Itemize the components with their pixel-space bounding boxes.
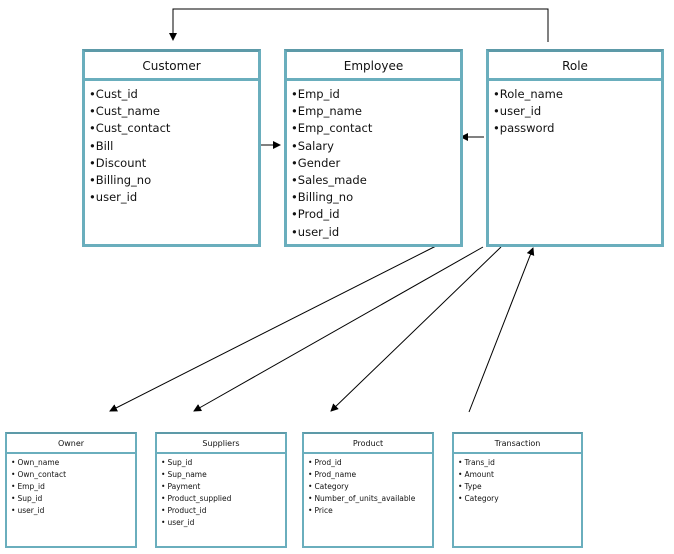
entity-title: Owner — [7, 434, 135, 454]
entity-title: Product — [304, 434, 432, 454]
entity-title: Employee — [287, 52, 460, 81]
field-item: Own_contact — [11, 469, 135, 481]
field-item: Prod_id — [291, 206, 460, 223]
edge-role-customer — [169, 8, 549, 42]
entity-role[interactable]: Role Role_nameuser_idpassword — [486, 49, 664, 247]
field-item: Sup_name — [161, 469, 285, 481]
entity-customer[interactable]: Customer Cust_idCust_nameCust_contactBil… — [82, 49, 261, 247]
field-item: Cust_name — [89, 103, 258, 120]
field-item: Own_name — [11, 457, 135, 469]
field-item: Cust_contact — [89, 120, 258, 137]
entity-employee[interactable]: Employee Emp_idEmp_nameEmp_contactSalary… — [284, 49, 463, 247]
field-item: Product_id — [161, 505, 285, 517]
field-list: Cust_idCust_nameCust_contactBillDiscount… — [85, 81, 258, 206]
field-item: user_id — [493, 103, 661, 120]
field-item: Product_supplied — [161, 493, 285, 505]
field-item: Category — [458, 493, 581, 505]
field-item: Price — [308, 505, 432, 517]
field-list: Role_nameuser_idpassword — [489, 81, 661, 138]
field-item: Emp_contact — [291, 120, 460, 137]
field-item: password — [493, 120, 661, 137]
field-item: user_id — [161, 517, 285, 529]
field-item: Cust_id — [89, 86, 258, 103]
entity-title: Role — [489, 52, 661, 81]
field-item: Emp_id — [291, 86, 460, 103]
field-item: user_id — [11, 505, 135, 517]
edge-role-suppliers — [193, 246, 484, 412]
field-item: Type — [458, 481, 581, 493]
field-item: Prod_name — [308, 469, 432, 481]
field-item: Emp_name — [291, 103, 460, 120]
field-item: Gender — [291, 155, 460, 172]
edge-employee-owner — [109, 245, 437, 412]
field-item: Category — [308, 481, 432, 493]
field-item: Billing_no — [291, 189, 460, 206]
field-item: Emp_id — [11, 481, 135, 493]
field-item: user_id — [291, 224, 460, 241]
entity-suppliers[interactable]: Suppliers Sup_idSup_namePaymentProduct_s… — [155, 432, 287, 548]
entity-title: Transaction — [454, 434, 581, 454]
field-item: Salary — [291, 138, 460, 155]
field-item: Amount — [458, 469, 581, 481]
edge-transaction-role — [468, 247, 535, 413]
entity-owner[interactable]: Owner Own_nameOwn_contactEmp_idSup_iduse… — [5, 432, 137, 548]
entity-title: Suppliers — [157, 434, 285, 454]
field-item: Bill — [89, 138, 258, 155]
field-item: Trans_id — [458, 457, 581, 469]
field-item: Payment — [161, 481, 285, 493]
field-list: Emp_idEmp_nameEmp_contactSalaryGenderSal… — [287, 81, 460, 241]
field-list: Prod_idProd_nameCategoryNumber_of_units_… — [304, 454, 432, 517]
field-item: Role_name — [493, 86, 661, 103]
edge-role-product — [330, 246, 502, 412]
entity-title: Customer — [85, 52, 258, 81]
field-list: Sup_idSup_namePaymentProduct_suppliedPro… — [157, 454, 285, 529]
entity-product[interactable]: Product Prod_idProd_nameCategoryNumber_o… — [302, 432, 434, 548]
field-item: Sup_id — [161, 457, 285, 469]
field-list: Trans_idAmountTypeCategory — [454, 454, 581, 505]
field-item: Discount — [89, 155, 258, 172]
field-item: Prod_id — [308, 457, 432, 469]
entity-transaction[interactable]: Transaction Trans_idAmountTypeCategory — [452, 432, 583, 548]
field-item: Billing_no — [89, 172, 258, 189]
field-item: Sup_id — [11, 493, 135, 505]
field-item: Sales_made — [291, 172, 460, 189]
field-list: Own_nameOwn_contactEmp_idSup_iduser_id — [7, 454, 135, 517]
field-item: Number_of_units_available — [308, 493, 432, 505]
field-item: user_id — [89, 189, 258, 206]
